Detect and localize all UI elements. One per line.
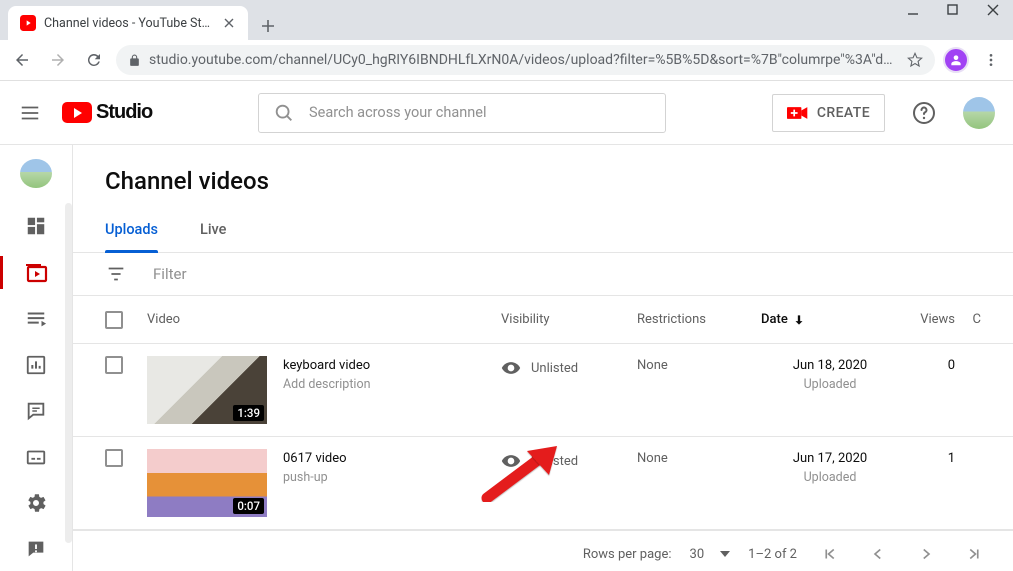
hamburger-icon[interactable]: [18, 101, 42, 125]
sidebar-dashboard-icon[interactable]: [4, 204, 68, 248]
sort-desc-icon: [792, 313, 806, 327]
youtube-play-icon: [62, 102, 92, 123]
views-cell: 1: [899, 449, 955, 466]
reload-button[interactable]: [80, 46, 108, 74]
close-icon[interactable]: [222, 16, 236, 30]
video-table: Video Visibility Restrictions Date Views…: [73, 296, 1013, 571]
main-content: Channel videos Uploads Live Video Visibi…: [72, 145, 1013, 571]
lock-icon: [128, 54, 141, 67]
sidebar-comments-icon[interactable]: [4, 389, 68, 433]
maximize-icon[interactable]: [947, 4, 965, 16]
visibility-cell[interactable]: Unlisted: [501, 449, 637, 471]
sidebar-playlists-icon[interactable]: [4, 297, 68, 341]
studio-logo[interactable]: Studio: [62, 101, 152, 124]
filter-input[interactable]: [153, 265, 352, 283]
visibility-unlisted-icon: [501, 451, 521, 471]
browser-chrome: Channel videos - YouTube Studio studio.y…: [0, 0, 1013, 81]
sidebar-settings-icon[interactable]: [4, 481, 68, 525]
sidebar-content-icon[interactable]: [4, 250, 68, 294]
video-thumbnail[interactable]: 1:39: [147, 356, 267, 424]
create-label: CREATE: [817, 105, 870, 121]
restrictions-cell: None: [637, 449, 761, 466]
filter-bar: [73, 253, 1013, 296]
channel-avatar[interactable]: [20, 159, 52, 188]
sidebar-feedback-icon[interactable]: [4, 527, 68, 571]
restrictions-cell: None: [637, 356, 761, 373]
rows-per-page-select[interactable]: 30: [690, 547, 731, 562]
window-close-icon[interactable]: [987, 4, 1005, 16]
filter-icon[interactable]: [105, 263, 127, 285]
forward-button[interactable]: [44, 46, 72, 74]
date-cell: Jun 17, 2020 Uploaded: [761, 449, 899, 485]
col-visibility[interactable]: Visibility: [501, 312, 637, 327]
video-description: push-up: [283, 470, 347, 485]
tab-live[interactable]: Live: [200, 207, 226, 252]
new-tab-button[interactable]: [254, 12, 282, 40]
search-input[interactable]: [309, 104, 651, 121]
row-checkbox[interactable]: [105, 449, 123, 467]
select-all-checkbox[interactable]: [105, 311, 123, 329]
url-text: studio.youtube.com/channel/UCy0_hgRIY6IB…: [149, 52, 899, 68]
tab-title: Channel videos - YouTube Studio: [44, 16, 214, 31]
table-row[interactable]: 1:39 keyboard video Add description Unli…: [73, 344, 1013, 437]
views-cell: 0: [899, 356, 955, 373]
page-range: 1–2 of 2: [748, 547, 797, 562]
col-more: C: [955, 312, 981, 327]
next-page-button[interactable]: [911, 539, 941, 569]
duration-badge: 1:39: [233, 405, 264, 421]
kebab-menu-icon[interactable]: [977, 46, 1005, 74]
first-page-button[interactable]: [815, 539, 845, 569]
video-description: Add description: [283, 377, 370, 392]
url-box[interactable]: studio.youtube.com/channel/UCy0_hgRIY6IB…: [116, 45, 935, 75]
col-restrictions[interactable]: Restrictions: [637, 312, 761, 327]
studio-header: Studio CREATE: [0, 81, 1013, 145]
create-button[interactable]: CREATE: [772, 94, 885, 132]
search-icon: [273, 102, 295, 124]
video-title[interactable]: 0617 video: [283, 451, 347, 466]
minimize-icon[interactable]: [907, 4, 925, 16]
logo-text: Studio: [96, 101, 152, 124]
rows-per-page-label: Rows per page:: [583, 547, 672, 562]
row-checkbox[interactable]: [105, 356, 123, 374]
video-thumbnail[interactable]: 0:07: [147, 449, 267, 517]
back-button[interactable]: [8, 46, 36, 74]
table-row[interactable]: 0:07 0617 video push-up Unlisted None Ju…: [73, 437, 1013, 530]
table-header: Video Visibility Restrictions Date Views…: [73, 296, 1013, 344]
bookmark-star-icon[interactable]: [907, 52, 923, 68]
sidebar-analytics-icon[interactable]: [4, 343, 68, 387]
visibility-unlisted-icon: [501, 358, 521, 378]
duration-badge: 0:07: [233, 498, 264, 514]
page-title: Channel videos: [73, 145, 1013, 207]
browser-tab[interactable]: Channel videos - YouTube Studio: [8, 6, 248, 40]
last-page-button[interactable]: [959, 539, 989, 569]
dropdown-icon: [720, 551, 730, 557]
video-title[interactable]: keyboard video: [283, 358, 370, 373]
tab-uploads[interactable]: Uploads: [105, 207, 158, 252]
chrome-profile-icon[interactable]: [943, 47, 969, 73]
col-date[interactable]: Date: [761, 312, 899, 327]
col-views[interactable]: Views: [899, 312, 955, 327]
tab-strip: Channel videos - YouTube Studio: [0, 0, 1013, 40]
date-cell: Jun 18, 2020 Uploaded: [761, 356, 899, 392]
user-avatar[interactable]: [963, 97, 995, 129]
search-box[interactable]: [258, 93, 666, 133]
visibility-cell[interactable]: Unlisted: [501, 356, 637, 378]
window-controls: [907, 4, 1005, 16]
prev-page-button[interactable]: [863, 539, 893, 569]
sidebar: [0, 145, 72, 571]
youtube-favicon: [20, 15, 36, 31]
sidebar-subtitles-icon[interactable]: [4, 435, 68, 479]
create-camera-icon: [787, 105, 809, 121]
help-icon[interactable]: [905, 94, 943, 132]
content-tabs: Uploads Live: [73, 207, 1013, 253]
address-bar: studio.youtube.com/channel/UCy0_hgRIY6IB…: [0, 40, 1013, 81]
col-video[interactable]: Video: [147, 312, 501, 327]
pagination: Rows per page: 30 1–2 of 2: [73, 530, 1013, 571]
